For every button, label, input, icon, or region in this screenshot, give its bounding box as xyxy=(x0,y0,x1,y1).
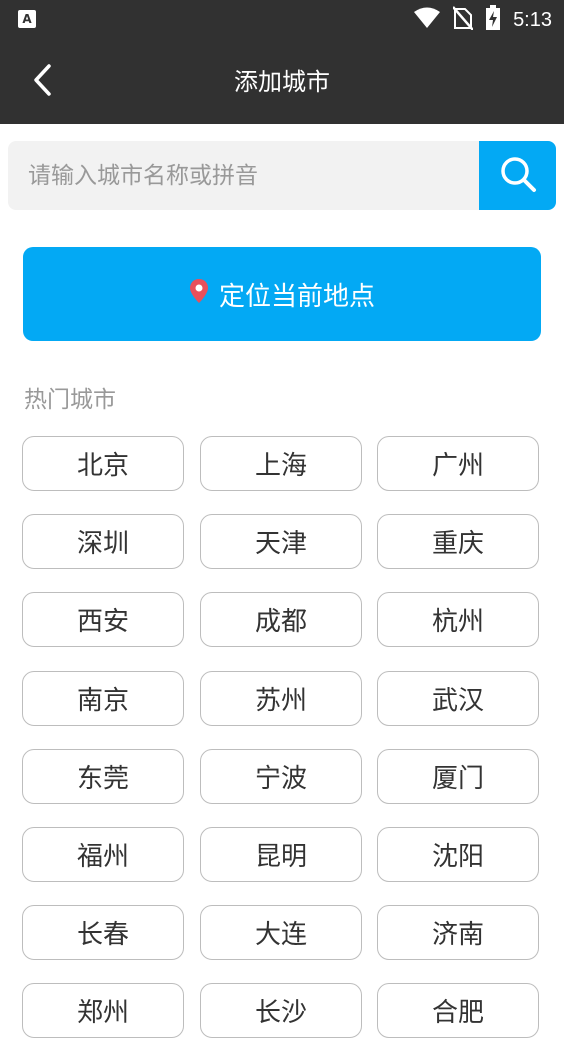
hot-cities-title: 热门城市 xyxy=(24,387,116,413)
search-icon xyxy=(499,155,537,197)
city-chip[interactable]: 苏州 xyxy=(200,671,362,726)
locate-current-location-button[interactable]: 定位当前地点 xyxy=(23,247,541,341)
city-chip[interactable]: 南京 xyxy=(22,671,184,726)
city-chip[interactable]: 北京 xyxy=(22,436,184,491)
city-chip[interactable]: 大连 xyxy=(200,905,362,960)
city-chip[interactable]: 广州 xyxy=(377,436,539,491)
city-chip[interactable]: 长春 xyxy=(22,905,184,960)
wifi-icon xyxy=(413,7,441,33)
city-chip[interactable]: 长沙 xyxy=(200,983,362,1038)
city-chip[interactable]: 西安 xyxy=(22,592,184,647)
city-chip[interactable]: 天津 xyxy=(200,514,362,569)
search-button[interactable] xyxy=(479,141,556,210)
locate-button-label: 定位当前地点 xyxy=(218,281,375,312)
city-chip[interactable]: 合肥 xyxy=(377,983,539,1038)
city-chip[interactable]: 成都 xyxy=(200,592,362,647)
city-chip[interactable]: 厦门 xyxy=(377,749,539,804)
city-chip[interactable]: 上海 xyxy=(200,436,362,491)
status-bar: A 5:13 xyxy=(0,0,564,40)
city-chip[interactable]: 东莞 xyxy=(22,749,184,804)
search-input[interactable] xyxy=(8,141,479,210)
city-chip[interactable]: 武汉 xyxy=(377,671,539,726)
app-notification-icon: A xyxy=(18,10,36,28)
status-time: 5:13 xyxy=(513,8,552,31)
page-title: 添加城市 xyxy=(234,68,330,96)
no-sim-icon xyxy=(452,6,475,34)
city-chip[interactable]: 宁波 xyxy=(200,749,362,804)
battery-charging-icon xyxy=(485,5,501,35)
title-bar: 添加城市 xyxy=(0,40,564,124)
city-chip[interactable]: 重庆 xyxy=(377,514,539,569)
search-bar xyxy=(8,141,556,210)
city-chip[interactable]: 郑州 xyxy=(22,983,184,1038)
city-chip[interactable]: 福州 xyxy=(22,827,184,882)
city-chip[interactable]: 沈阳 xyxy=(377,827,539,882)
status-icons: 5:13 xyxy=(413,5,552,35)
city-chip[interactable]: 杭州 xyxy=(377,592,539,647)
city-chip[interactable]: 深圳 xyxy=(22,514,184,569)
city-chip[interactable]: 昆明 xyxy=(200,827,362,882)
location-pin-icon xyxy=(189,278,209,311)
city-chip[interactable]: 济南 xyxy=(377,905,539,960)
